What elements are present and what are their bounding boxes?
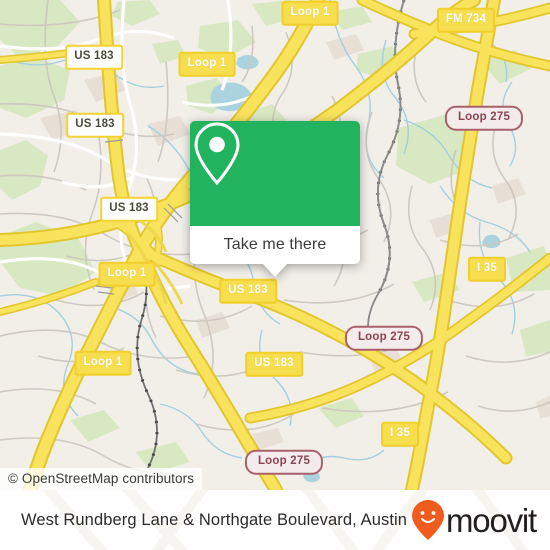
map-canvas[interactable]: Loop 1 FM 734 US 183 Loop 1 Loop 275 US 183 US… bbox=[0, 0, 550, 490]
moovit-pin-icon bbox=[412, 500, 444, 540]
road-shield: I 35 bbox=[381, 421, 419, 447]
map-attribution: © OpenStreetMap contributors bbox=[0, 468, 203, 490]
road-shield: US 183 bbox=[100, 196, 158, 222]
road-shield: US 183 bbox=[65, 44, 123, 70]
location-popup-card[interactable]: Take me there bbox=[190, 121, 360, 277]
road-shield: Loop 275 bbox=[444, 105, 524, 131]
popup-action-label: Take me there bbox=[223, 236, 327, 253]
road-shield: Loop 1 bbox=[178, 51, 236, 77]
road-shield: US 183 bbox=[219, 278, 277, 304]
road-shield: Loop 275 bbox=[344, 325, 424, 351]
moovit-logo[interactable]: moovit bbox=[411, 499, 537, 541]
road-shield: US 183 bbox=[66, 112, 124, 138]
road-shield: Loop 275 bbox=[244, 449, 324, 475]
page-title: West Rundberg Lane & Northgate Boulevard… bbox=[21, 510, 408, 529]
road-shield: I 35 bbox=[468, 256, 506, 282]
road-shield: Loop 1 bbox=[74, 350, 132, 376]
road-shield: FM 734 bbox=[436, 7, 496, 33]
popup-tail bbox=[262, 263, 288, 277]
footer-bar: West Rundberg Lane & Northgate Boulevard… bbox=[0, 490, 550, 550]
road-shield: Loop 1 bbox=[281, 0, 339, 26]
popup-action-button[interactable]: Take me there bbox=[190, 226, 360, 277]
road-shield: Loop 1 bbox=[98, 261, 156, 287]
map-pin-icon bbox=[194, 122, 240, 186]
road-shield: US 183 bbox=[245, 351, 303, 377]
map-screenshot: Loop 1 FM 734 US 183 Loop 1 Loop 275 US 183 US… bbox=[0, 0, 550, 550]
moovit-wordmark: moovit bbox=[446, 501, 537, 539]
popup-header bbox=[190, 121, 360, 226]
